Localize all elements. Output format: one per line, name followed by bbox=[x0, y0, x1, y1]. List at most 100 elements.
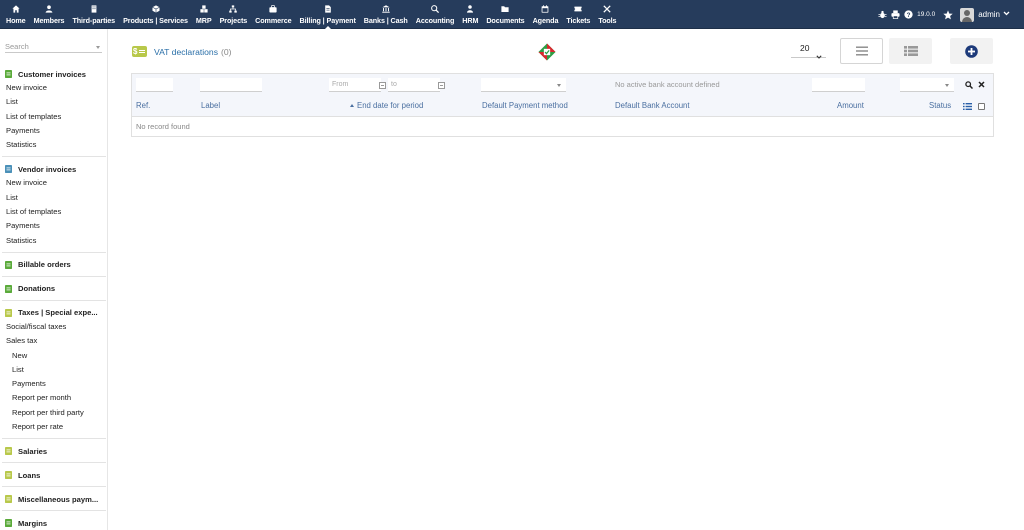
record-count: (0) bbox=[221, 46, 232, 57]
menu-item[interactable]: Report per rate bbox=[2, 420, 106, 434]
chevron-down-icon[interactable] bbox=[1003, 11, 1010, 18]
file-invoice-icon bbox=[324, 5, 331, 13]
filter-amount-input[interactable] bbox=[812, 78, 865, 92]
menu-item[interactable]: New bbox=[2, 349, 106, 363]
menu-item[interactable]: New invoice bbox=[2, 176, 106, 190]
topnav-documents[interactable]: Documents bbox=[482, 0, 528, 29]
menu-group-title[interactable]: Customer invoices bbox=[2, 67, 106, 81]
menu-item[interactable]: List of templates bbox=[2, 110, 106, 124]
menu-item[interactable]: Report per month bbox=[2, 391, 106, 405]
column-end-date[interactable]: End date for period bbox=[350, 95, 423, 117]
menu-item[interactable]: List of templates bbox=[2, 205, 106, 219]
version-label: 19.0.0 bbox=[917, 11, 936, 18]
star-bookmark-icon[interactable] bbox=[943, 9, 953, 20]
main-content: VAT declarations (0) 20 From to No activ… bbox=[108, 29, 1024, 530]
topnav-products[interactable]: Products | Services bbox=[119, 0, 192, 29]
topnav-tools[interactable]: Tools bbox=[594, 0, 620, 29]
menu-item[interactable]: Statistics bbox=[2, 138, 106, 152]
menu-group-title[interactable]: Billable orders bbox=[2, 258, 106, 272]
sitemap-icon bbox=[229, 5, 238, 13]
user-avatar[interactable] bbox=[960, 7, 975, 22]
column-label[interactable]: Label bbox=[201, 95, 220, 117]
filter-label-input[interactable] bbox=[200, 78, 262, 92]
calendar-icon[interactable] bbox=[438, 82, 445, 89]
menu-item[interactable]: List bbox=[2, 363, 106, 377]
calendar-icon[interactable] bbox=[379, 82, 386, 89]
topnav-commerce[interactable]: Commerce bbox=[251, 0, 295, 29]
kanban-view-button[interactable] bbox=[889, 38, 932, 64]
plus-circle-icon bbox=[965, 44, 978, 58]
print-icon[interactable] bbox=[891, 10, 900, 19]
menu-group: Margins bbox=[2, 516, 106, 530]
select-all-checkbox[interactable] bbox=[978, 103, 985, 110]
column-status[interactable]: Status bbox=[929, 95, 951, 117]
menu-group-title[interactable]: Loans bbox=[2, 468, 106, 482]
menu-group-title[interactable]: Taxes | Special expe... bbox=[2, 306, 106, 320]
filter-payment-method-select[interactable] bbox=[481, 78, 566, 92]
topnav-hrm[interactable]: HRM bbox=[458, 0, 482, 29]
menu-group-title[interactable]: Donations bbox=[2, 282, 106, 296]
menu-item[interactable]: Payments bbox=[2, 124, 106, 138]
column-bank-account[interactable]: Default Bank Account bbox=[615, 95, 690, 117]
left-menu-groups: Customer invoices New invoice List List of … bbox=[0, 67, 107, 530]
column-amount[interactable]: Amount bbox=[837, 95, 864, 117]
topnav-members[interactable]: Members bbox=[30, 0, 69, 29]
menu-item[interactable]: List bbox=[2, 191, 106, 205]
menu-item[interactable]: Statistics bbox=[2, 234, 106, 248]
column-ref[interactable]: Ref. bbox=[136, 95, 150, 117]
file-icon bbox=[5, 284, 12, 293]
menu-search[interactable]: Search bbox=[5, 41, 102, 53]
menu-item[interactable]: Sales tax bbox=[2, 334, 106, 348]
menu-group-title[interactable]: Vendor invoices bbox=[2, 162, 106, 176]
column-selector-icon[interactable] bbox=[963, 103, 972, 110]
user-name[interactable]: admin bbox=[978, 10, 1000, 19]
help-icon[interactable]: ? bbox=[904, 10, 913, 19]
column-payment-method[interactable]: Default Payment method bbox=[482, 95, 568, 117]
person-icon bbox=[467, 5, 474, 13]
menu-item[interactable]: List bbox=[2, 95, 106, 109]
menu-group-label: Taxes | Special expe... bbox=[18, 308, 98, 318]
topnav-banks[interactable]: Banks | Cash bbox=[360, 0, 412, 29]
menu-group-title[interactable]: Margins bbox=[2, 516, 106, 530]
building-icon bbox=[91, 5, 97, 13]
page-size-value: 20 bbox=[800, 43, 810, 53]
menu-item[interactable]: Payments bbox=[2, 219, 106, 233]
menu-item[interactable]: Payments bbox=[2, 377, 106, 391]
filter-date-from-input[interactable]: From bbox=[329, 78, 381, 92]
chevron-down-icon bbox=[96, 46, 100, 49]
search-icon[interactable] bbox=[965, 81, 973, 89]
add-vat-declaration-button[interactable] bbox=[950, 38, 993, 64]
page-size-select[interactable]: 20 bbox=[791, 39, 826, 59]
cube-icon bbox=[151, 5, 160, 13]
header-row: Ref. Label End date for period Default P… bbox=[132, 95, 993, 117]
filter-status-select[interactable] bbox=[900, 78, 954, 92]
svg-text:?: ? bbox=[907, 12, 911, 19]
topnav-mrp[interactable]: MRP bbox=[192, 0, 216, 29]
topnav-home[interactable]: Home bbox=[2, 0, 30, 29]
menu-item[interactable]: New invoice bbox=[2, 81, 106, 95]
bug-icon[interactable] bbox=[878, 10, 887, 19]
filter-date-from-placeholder: From bbox=[332, 81, 349, 88]
topnav-accounting[interactable]: Accounting bbox=[412, 0, 459, 29]
topnav-thirdparties[interactable]: Third-parties bbox=[68, 0, 119, 29]
tools-icon bbox=[603, 5, 612, 13]
topnav-label: Projects bbox=[219, 16, 248, 25]
list-view-button[interactable] bbox=[840, 38, 883, 64]
menu-group-title[interactable]: Salaries bbox=[2, 444, 106, 458]
user-icon bbox=[45, 5, 53, 13]
topnav-tickets[interactable]: Tickets bbox=[562, 0, 594, 29]
menu-group: Miscellaneous paym... bbox=[2, 492, 106, 512]
filter-ref-input[interactable] bbox=[136, 78, 173, 92]
topnav-projects[interactable]: Projects bbox=[216, 0, 252, 29]
menu-group-label: Salaries bbox=[18, 446, 48, 456]
home-icon bbox=[12, 5, 20, 13]
menu-group-title[interactable]: Miscellaneous paym... bbox=[2, 492, 106, 506]
filter-date-to-input[interactable]: to bbox=[388, 78, 440, 92]
menu-group: Loans bbox=[2, 468, 106, 488]
topnav-agenda[interactable]: Agenda bbox=[529, 0, 563, 29]
menu-item[interactable]: Report per third party bbox=[2, 406, 106, 420]
close-icon[interactable] bbox=[978, 81, 985, 88]
topnav-billing[interactable]: Billing | Payment bbox=[296, 0, 360, 29]
file-icon bbox=[5, 471, 12, 480]
menu-item[interactable]: Social/fiscal taxes bbox=[2, 320, 106, 334]
